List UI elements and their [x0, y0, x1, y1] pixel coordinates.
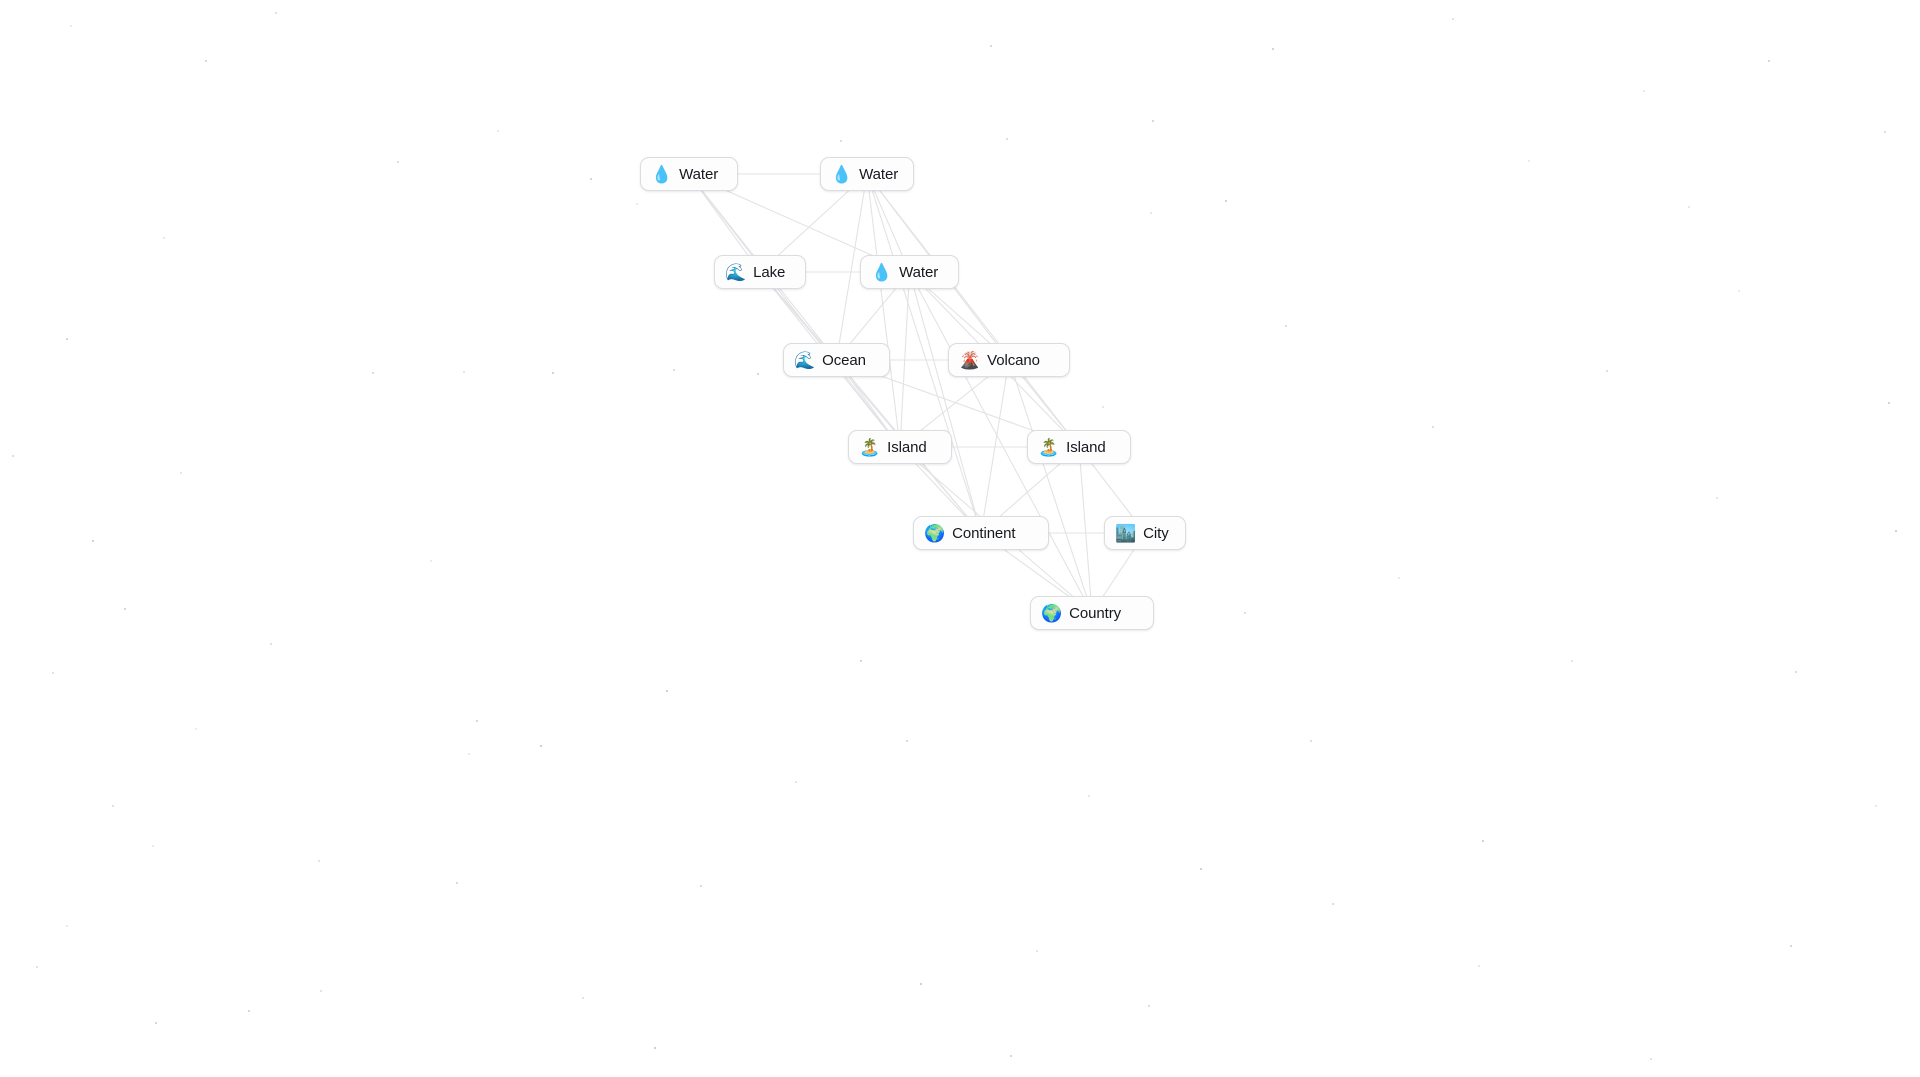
- graph-node-water-2[interactable]: 💧 Water: [820, 157, 914, 191]
- desert-island-icon: 🏝️: [1038, 437, 1060, 457]
- graph-node-label: City: [1143, 524, 1169, 542]
- graph-node-city-1[interactable]: 🏙️ City: [1104, 516, 1186, 550]
- ocean-wave-icon: 🌊: [725, 262, 747, 282]
- desert-island-icon: 🏝️: [859, 437, 881, 457]
- graph-node-volcano-1[interactable]: 🌋 Volcano: [948, 343, 1070, 377]
- graph-nodes-layer[interactable]: 💧 Water 💧 Water 🌊 Lake 💧 Water 🌊 Ocean 🌋 Volcano 🏝️ I…: [0, 0, 1920, 1077]
- graph-node-water-3[interactable]: 💧 Water: [860, 255, 959, 289]
- graph-node-country-1[interactable]: 🌍 Country: [1030, 596, 1154, 630]
- ocean-wave-icon: 🌊: [794, 350, 816, 370]
- graph-node-label: Lake: [753, 263, 786, 281]
- water-drop-icon: 💧: [651, 164, 673, 184]
- graph-node-label: Country: [1069, 604, 1121, 622]
- graph-node-label: Volcano: [987, 351, 1040, 369]
- water-drop-icon: 💧: [831, 164, 853, 184]
- volcano-icon: 🌋: [959, 350, 981, 370]
- globe-earth-icon: 🌍: [1041, 603, 1063, 623]
- cityscape-icon: 🏙️: [1115, 523, 1137, 543]
- graph-node-island-1[interactable]: 🏝️ Island: [848, 430, 952, 464]
- graph-node-label: Water: [859, 165, 899, 183]
- graph-node-ocean-1[interactable]: 🌊 Ocean: [783, 343, 890, 377]
- water-drop-icon: 💧: [871, 262, 893, 282]
- graph-node-label: Island: [887, 438, 927, 456]
- graph-canvas[interactable]: 💧 Water 💧 Water 🌊 Lake 💧 Water 🌊 Ocean 🌋 Volcano 🏝️ I…: [0, 0, 1920, 1077]
- graph-node-label: Water: [679, 165, 719, 183]
- graph-node-island-2[interactable]: 🏝️ Island: [1027, 430, 1131, 464]
- graph-node-lake-1[interactable]: 🌊 Lake: [714, 255, 806, 289]
- graph-node-label: Ocean: [822, 351, 866, 369]
- globe-earth-icon: 🌍: [924, 523, 946, 543]
- graph-node-continent-1[interactable]: 🌍 Continent: [913, 516, 1049, 550]
- graph-node-label: Continent: [952, 524, 1016, 542]
- graph-node-water-1[interactable]: 💧 Water: [640, 157, 738, 191]
- graph-node-label: Island: [1066, 438, 1106, 456]
- graph-node-label: Water: [899, 263, 939, 281]
